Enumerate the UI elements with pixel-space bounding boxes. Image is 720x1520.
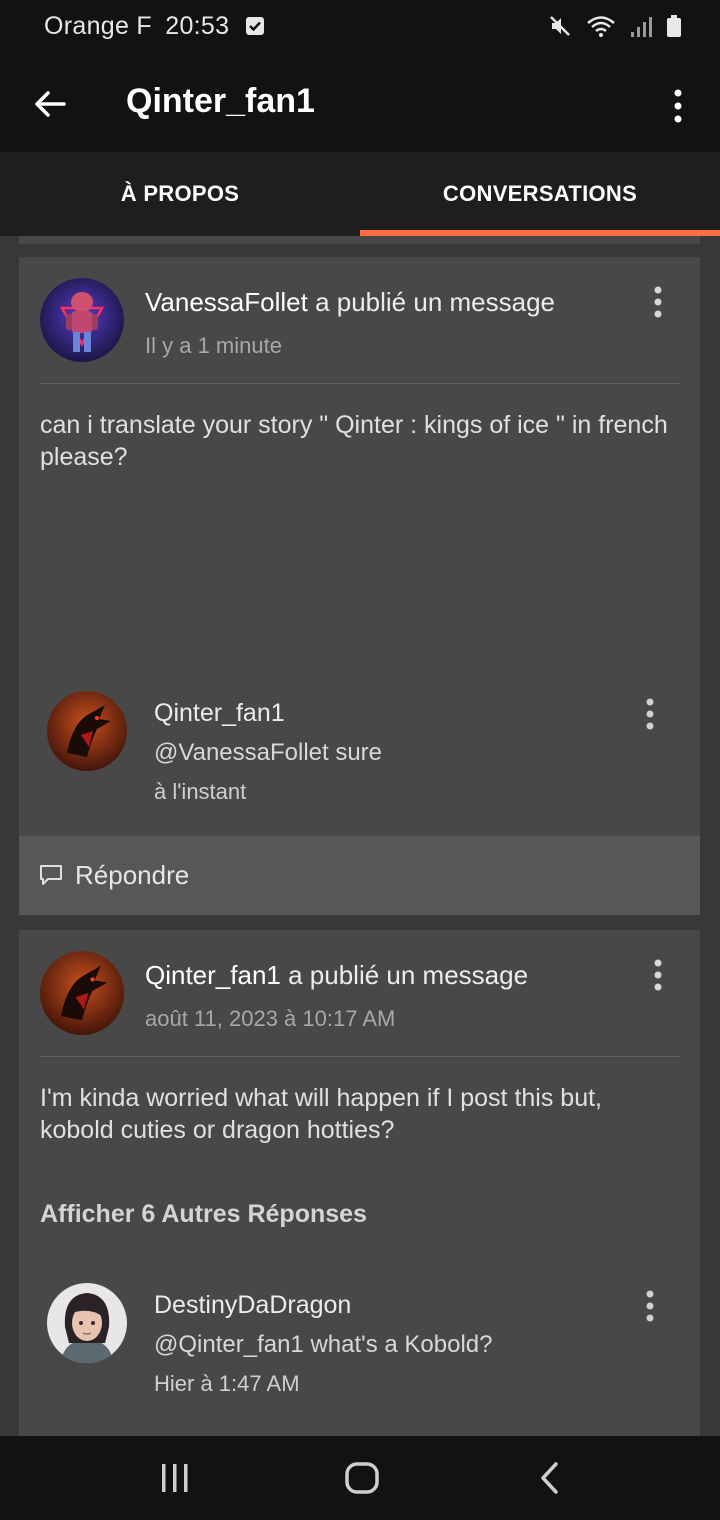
system-nav-bar [0,1436,720,1520]
post-card: VanessaFollet a publié un message Il y a… [19,257,700,915]
avatar[interactable] [47,691,127,771]
post-author[interactable]: VanessaFollet [145,287,308,317]
carrier-name: Orange F [44,12,153,40]
divider [40,1056,680,1057]
recents-icon[interactable] [155,1458,195,1498]
reply-options-icon[interactable] [642,1289,658,1323]
wifi-icon [587,16,615,37]
clock: 20:53 [165,12,230,40]
tab-about[interactable]: À PROPOS [0,152,360,236]
reply-author[interactable]: DestinyDaDragon [154,1291,351,1320]
tab-bar: À PROPOS CONVERSATIONS [0,152,720,236]
post-time: Il y a 1 minute [145,333,282,358]
battery-icon [667,15,681,37]
post-options-icon[interactable] [650,958,666,992]
reply-item: DestinyDaDragon @Qinter_fan1 what's a Ko… [19,1283,700,1403]
status-carrier-time: Orange F 20:53 [44,12,265,41]
post-body: can i translate your story " Qinter : ki… [40,411,668,471]
reply-text: @VanessaFollet sure [154,739,383,766]
reply-author[interactable]: Qinter_fan1 [154,699,285,728]
post-author-line: Qinter_fan1 a publié un message [145,960,528,991]
reply-button[interactable]: Répondre [19,836,700,915]
reply-time: Hier à 1:47 AM [154,1371,300,1396]
reply-text: @Qinter_fan1 what's a Kobold? [154,1331,493,1358]
avatar[interactable] [47,1283,127,1363]
more-options-icon[interactable] [666,86,690,126]
avatar[interactable] [40,278,124,362]
reply-time: à l'instant [154,779,247,804]
post-body: I'm kinda worried what will happen if I … [40,1084,602,1144]
app-bar: Qinter_fan1 [0,58,720,152]
home-icon[interactable] [342,1458,382,1498]
previous-card-edge [19,236,700,244]
post-options-icon[interactable] [650,285,666,319]
post-action: a publié un message [280,960,529,990]
reply-item: Qinter_fan1 @VanessaFollet sure à l'inst… [19,691,700,811]
nav-back-icon[interactable] [530,1458,570,1498]
tab-conversations[interactable]: CONVERSATIONS [360,152,720,236]
reply-button-label: Répondre [75,860,190,890]
post-card: Qinter_fan1 a publié un message août 11,… [19,930,700,1436]
divider [40,383,680,384]
back-arrow-icon[interactable] [30,84,70,124]
show-more-replies-link[interactable]: Afficher 6 Autres Réponses [40,1200,367,1229]
post-author[interactable]: Qinter_fan1 [145,960,281,990]
checkbox-notification-icon [245,17,264,35]
avatar[interactable] [40,951,124,1035]
comment-icon [40,865,62,885]
post-author-line: VanessaFollet a publié un message [145,287,555,318]
post-action: a publié un message [307,287,556,317]
page-title: Qinter_fan1 [126,82,315,120]
reply-options-icon[interactable] [642,697,658,731]
signal-icon [631,17,652,37]
conversation-list[interactable]: VanessaFollet a publié un message Il y a… [0,236,720,1436]
status-bar: Orange F 20:53 [0,0,720,58]
mute-icon [550,16,570,36]
post-time: août 11, 2023 à 10:17 AM [145,1006,396,1031]
